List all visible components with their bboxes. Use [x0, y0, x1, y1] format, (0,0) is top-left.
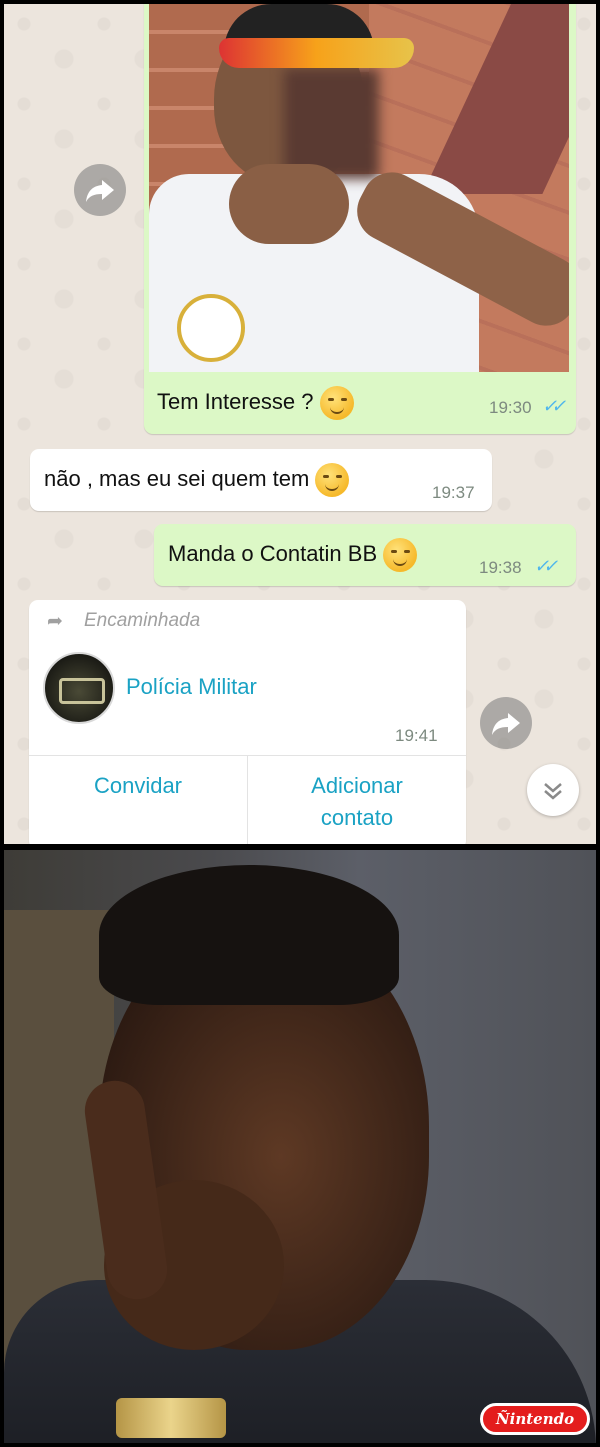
- contact-card-time: 19:41: [395, 726, 438, 745]
- chat-panel: Tem Interesse ? 19:30 ✓✓ não , mas eu se…: [4, 4, 596, 844]
- message-text-1: Tem Interesse ?: [157, 386, 354, 420]
- yum-emoji-icon: [383, 538, 418, 572]
- message-time-2: 19:37: [432, 483, 475, 502]
- message-text-3: Manda o Contatin BB: [168, 538, 418, 572]
- image-message-bubble[interactable]: Tem Interesse ? 19:30 ✓✓: [144, 4, 576, 434]
- forward-arrow-icon: [492, 713, 520, 735]
- invite-button[interactable]: Convidar: [29, 770, 247, 802]
- add-contact-button[interactable]: Adicionar contato: [248, 770, 466, 834]
- contact-avatar[interactable]: [43, 652, 115, 724]
- double-chevron-down-icon: [544, 783, 562, 800]
- shared-photo[interactable]: [149, 4, 569, 372]
- scroll-down-button[interactable]: [527, 764, 579, 816]
- add-contact-label-line2: contato: [320, 805, 394, 830]
- crest-icon: [177, 294, 245, 362]
- forward-button[interactable]: [480, 697, 532, 749]
- forward-button[interactable]: [74, 164, 126, 216]
- forward-arrow-icon: [86, 180, 114, 202]
- message-time-1: 19:30: [489, 398, 532, 417]
- reaction-image: [4, 850, 596, 1443]
- double-check-icon: ✓✓: [542, 396, 566, 416]
- add-contact-label-line1: Adicionar: [311, 773, 403, 798]
- double-check-icon: ✓✓: [534, 556, 558, 576]
- outgoing-message-bubble[interactable]: Manda o Contatin BB 19:38 ✓✓: [154, 524, 576, 586]
- message-time-3: 19:38: [479, 558, 522, 577]
- message-text-2: não , mas eu sei quem tem: [44, 463, 350, 497]
- smirk-emoji-icon: [315, 463, 350, 497]
- forwarded-arrow-icon: ➦: [47, 611, 63, 632]
- forwarded-label: Encaminhada: [84, 610, 201, 631]
- watermark-logo: Ñintendo: [480, 1403, 590, 1435]
- incoming-message-bubble[interactable]: não , mas eu sei quem tem 19:37: [30, 449, 492, 511]
- contact-card[interactable]: ➦ Encaminhada Polícia Militar 19:41 Conv…: [29, 600, 466, 844]
- smirk-emoji-icon: [319, 386, 354, 420]
- contact-name[interactable]: Polícia Militar: [126, 674, 257, 700]
